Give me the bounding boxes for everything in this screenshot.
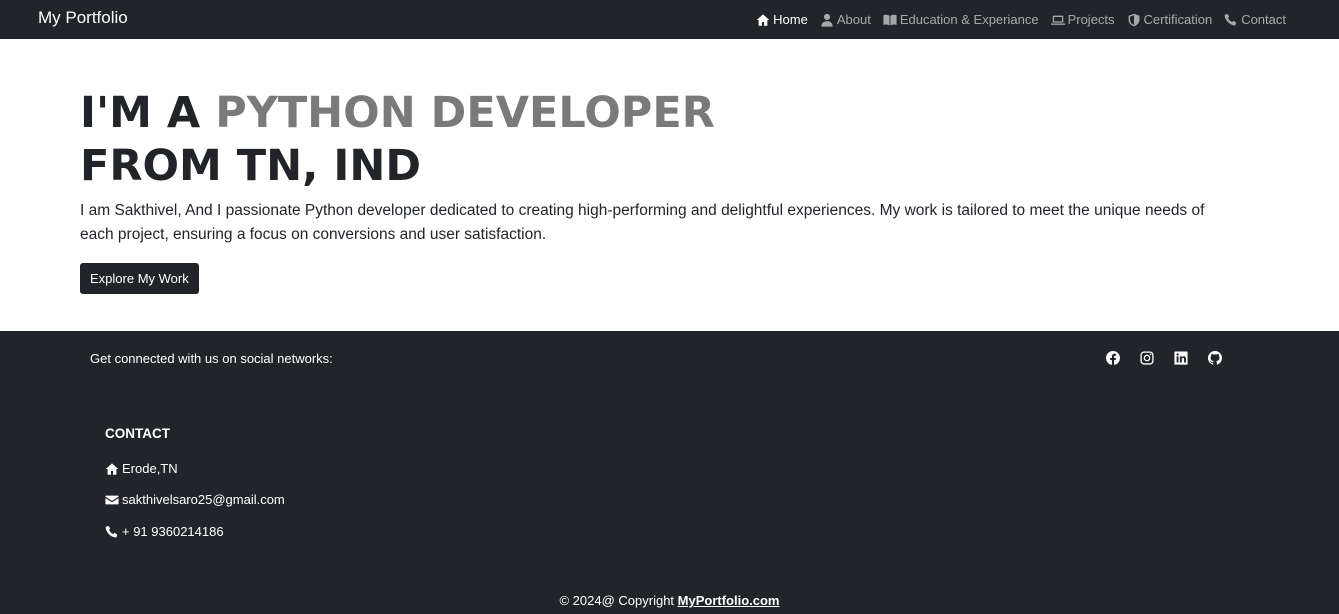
copyright: © 2024@ Copyright MyPortfolio.com: [0, 593, 1339, 608]
contact-email-text: sakthivelsaro25@gmail.com: [122, 492, 285, 507]
facebook-link[interactable]: [1106, 351, 1120, 365]
user-icon: [821, 13, 833, 27]
copyright-text: © 2024@ Copyright: [559, 593, 678, 608]
nav-item-label: Projects: [1067, 12, 1115, 27]
nav-item-projects[interactable]: Projects: [1050, 12, 1115, 27]
footer: Get connected with us on social networks…: [0, 331, 1339, 614]
phone-icon: [1224, 13, 1237, 26]
linkedin-icon: [1174, 351, 1188, 365]
nav-item-certification[interactable]: Certification: [1127, 12, 1213, 27]
instagram-icon: [1140, 351, 1154, 365]
headline-prefix: I'M A: [80, 88, 216, 138]
social-text: Get connected with us on social networks…: [90, 351, 333, 366]
nav-item-education[interactable]: Education & Experiance: [883, 12, 1039, 27]
book-icon: [883, 14, 897, 25]
nav-item-label: Home: [773, 12, 808, 27]
contact-location: Erode,TN: [105, 461, 178, 476]
nav-item-home[interactable]: Home: [756, 12, 808, 27]
nav-item-label: About: [836, 12, 871, 27]
nav-item-label: Education & Experiance: [899, 12, 1039, 27]
shield-icon: [1128, 13, 1139, 26]
facebook-icon: [1106, 351, 1120, 365]
social-links: [1106, 351, 1222, 365]
nav-item-label: Certification: [1143, 12, 1213, 27]
github-icon: [1208, 351, 1222, 365]
hero-intro: I am Sakthivel, And I passionate Python …: [80, 202, 1205, 243]
nav-menu: Home About Education & Experiance Projec…: [756, 0, 1286, 39]
headline-line2: FROM TN, IND: [80, 141, 422, 191]
nav-item-label: Contact: [1241, 12, 1286, 27]
phone-icon: [105, 525, 118, 538]
home-icon: [756, 13, 770, 26]
contact-email: sakthivelsaro25@gmail.com: [105, 492, 285, 507]
contact-phone: + 91 9360214186: [105, 524, 224, 539]
nav-item-contact[interactable]: Contact: [1224, 12, 1286, 27]
navbar: My Portfolio Home About Education & Expe…: [0, 0, 1339, 39]
laptop-icon: [1050, 15, 1065, 25]
contact-phone-text: + 91 9360214186: [122, 524, 224, 539]
linkedin-link[interactable]: [1174, 351, 1188, 365]
github-link[interactable]: [1208, 351, 1222, 365]
hero-section: I'M A PYTHON DEVELOPER FROM TN, IND I am…: [0, 39, 1339, 331]
headline-accent: PYTHON DEVELOPER: [215, 88, 715, 138]
copyright-link[interactable]: MyPortfolio.com: [678, 593, 780, 608]
brand-link[interactable]: My Portfolio: [38, 8, 128, 28]
contact-location-text: Erode,TN: [122, 461, 178, 476]
instagram-link[interactable]: [1140, 351, 1154, 365]
contact-title: CONTACT: [105, 426, 170, 441]
envelope-icon: [105, 495, 119, 504]
hero-headline: I'M A PYTHON DEVELOPER FROM TN, IND: [80, 87, 715, 193]
explore-work-button[interactable]: Explore My Work: [80, 263, 199, 294]
home-icon: [105, 462, 119, 475]
nav-item-about[interactable]: About: [820, 12, 871, 27]
